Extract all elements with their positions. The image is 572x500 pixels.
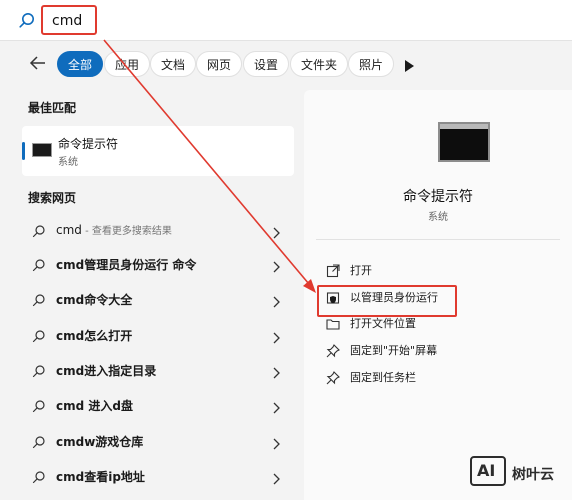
chevron-right-icon xyxy=(271,399,281,414)
cmd-app-icon xyxy=(32,143,52,157)
chevron-right-icon xyxy=(271,293,281,308)
web-search-heading: 搜索网页 xyxy=(28,191,77,205)
search-icon xyxy=(32,434,46,449)
action-label: 固定到任务栏 xyxy=(350,371,416,384)
chevron-right-icon xyxy=(271,435,281,450)
web-result-label: cmd进入指定目录 xyxy=(56,364,157,378)
pin-icon xyxy=(326,343,340,358)
search-icon xyxy=(32,292,46,307)
selection-indicator xyxy=(22,142,25,160)
watermark-logo: AI xyxy=(470,456,506,486)
chevron-right-icon xyxy=(271,329,281,344)
filter-chip-apps[interactable]: 应用 xyxy=(104,51,151,77)
watermark: AI 树叶云 xyxy=(470,454,572,494)
web-search-result[interactable]: cmd 进入d盘 xyxy=(22,388,294,422)
search-input[interactable] xyxy=(44,8,106,34)
action-label: 打开 xyxy=(350,264,372,277)
folder-icon xyxy=(326,316,340,330)
search-icon xyxy=(32,328,46,343)
filter-chip-photos[interactable]: 照片 xyxy=(348,51,395,77)
best-match-title: 命令提示符 xyxy=(58,137,119,151)
search-bar xyxy=(0,0,572,41)
web-result-label: cmdw游戏仓库 xyxy=(56,435,144,449)
web-search-result[interactable]: cmdw游戏仓库 xyxy=(22,424,294,458)
action-run-as-admin[interactable]: 以管理员身份运行 xyxy=(318,284,558,310)
search-icon xyxy=(32,363,46,378)
action-label: 以管理员身份运行 xyxy=(350,291,438,304)
details-panel: 命令提示符 系统 打开 以管理员身份运行 打开文件位置 固定到"开始"屏幕 固定… xyxy=(304,90,572,500)
web-result-label: cmd - 查看更多搜索结果 xyxy=(56,223,172,237)
arrow-left-icon xyxy=(29,56,45,70)
web-result-label: cmd 进入d盘 xyxy=(56,399,133,413)
filter-chip-web[interactable]: 网页 xyxy=(196,51,243,77)
back-button[interactable] xyxy=(28,53,48,73)
pin-icon xyxy=(326,370,340,385)
action-pin-to-taskbar[interactable]: 固定到任务栏 xyxy=(318,364,558,390)
watermark-text: 树叶云 xyxy=(512,467,554,483)
filter-chip-settings[interactable]: 设置 xyxy=(243,51,290,77)
chevron-right-icon xyxy=(271,364,281,379)
search-icon xyxy=(32,223,46,238)
action-open[interactable]: 打开 xyxy=(318,257,558,283)
action-pin-to-start[interactable]: 固定到"开始"屏幕 xyxy=(318,337,558,363)
filter-chip-all[interactable]: 全部 xyxy=(57,51,104,77)
web-result-label: cmd怎么打开 xyxy=(56,329,133,343)
open-icon xyxy=(326,263,340,278)
chevron-right-icon xyxy=(271,258,281,273)
cmd-large-icon xyxy=(438,122,490,162)
action-label: 固定到"开始"屏幕 xyxy=(350,344,438,357)
details-subtitle: 系统 xyxy=(428,212,448,223)
search-icon xyxy=(32,257,46,272)
web-result-label: cmd命令大全 xyxy=(56,293,133,307)
web-result-label: cmd查看ip地址 xyxy=(56,470,145,484)
action-label: 打开文件位置 xyxy=(350,317,416,330)
more-filters-button[interactable] xyxy=(404,57,414,76)
web-result-label: cmd管理员身份运行 命令 xyxy=(56,258,197,272)
shield-icon xyxy=(326,290,340,304)
web-search-result[interactable]: cmd怎么打开 xyxy=(22,318,294,352)
best-match-heading: 最佳匹配 xyxy=(28,101,77,115)
action-open-file-location[interactable]: 打开文件位置 xyxy=(318,310,558,336)
web-search-result[interactable]: cmd - 查看更多搜索结果 xyxy=(22,213,294,247)
search-icon xyxy=(32,469,46,484)
divider xyxy=(316,239,560,240)
play-icon xyxy=(405,60,414,72)
filter-chip-documents[interactable]: 文档 xyxy=(150,51,197,77)
best-match-subtitle: 系统 xyxy=(58,157,78,168)
web-search-result[interactable]: cmd进入指定目录 xyxy=(22,353,294,387)
watermark-logo-text: AI xyxy=(477,461,496,480)
search-icon xyxy=(18,11,36,29)
web-search-result[interactable]: cmd查看ip地址 xyxy=(22,459,294,493)
web-search-result[interactable]: cmd管理员身份运行 命令 xyxy=(22,247,294,281)
web-search-result[interactable]: cmd命令大全 xyxy=(22,282,294,316)
search-icon xyxy=(32,398,46,413)
details-title: 命令提示符 xyxy=(403,189,473,205)
filter-chip-folders[interactable]: 文件夹 xyxy=(290,51,349,77)
chevron-right-icon xyxy=(271,224,281,239)
best-match-card[interactable]: 命令提示符 系统 xyxy=(22,126,294,176)
chevron-right-icon xyxy=(271,470,281,485)
